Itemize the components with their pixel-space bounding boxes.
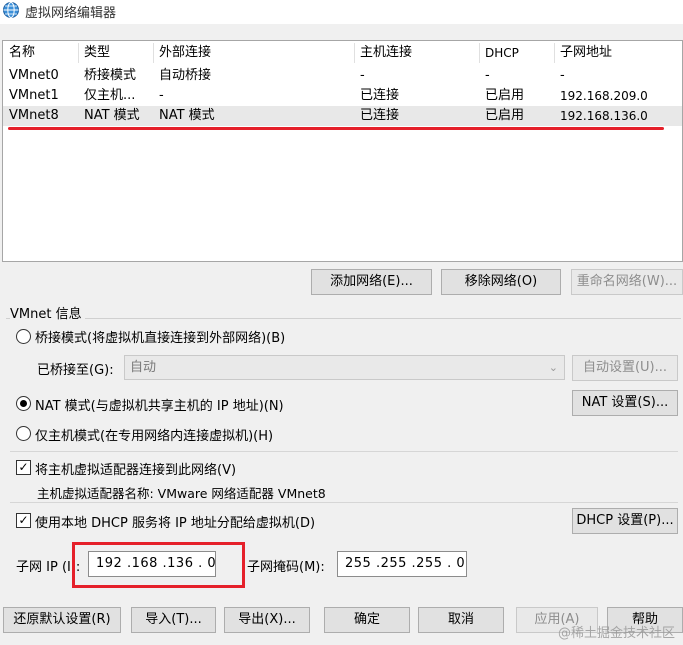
auto-settings-button[interactable]: 自动设置(U)... <box>572 355 678 381</box>
dhcp-checkbox[interactable]: ✓ <box>16 513 31 528</box>
cell-host: 已连接 <box>360 108 400 123</box>
annotation-underline <box>8 127 664 130</box>
bridge-mode-radio[interactable] <box>16 329 31 344</box>
subnet-ip-label: 子网 IP (I): <box>16 560 81 575</box>
col-header-type[interactable]: 类型 <box>78 41 110 65</box>
cell-dhcp: 已启用 <box>485 108 525 123</box>
adapter-name-label: 主机虚拟适配器名称: VMware 网络适配器 VMnet8 <box>37 486 326 501</box>
chevron-down-icon: ⌄ <box>548 361 558 374</box>
add-network-button[interactable]: 添加网络(E)... <box>311 269 432 295</box>
window-title: 虚拟网络编辑器 <box>25 6 117 21</box>
cell-name: VMnet0 <box>9 68 59 83</box>
cell-subnet: - <box>560 68 565 83</box>
table-row[interactable]: VMnet1 仅主机... - 已连接 已启用 192.168.209.0 <box>3 86 682 106</box>
cancel-button[interactable]: 取消 <box>418 607 504 633</box>
cell-type: 桥接模式 <box>84 68 137 83</box>
bridge-mode-label[interactable]: 桥接模式(将虚拟机直接连接到外部网络)(B) <box>35 327 285 346</box>
nat-settings-button[interactable]: NAT 设置(S)... <box>572 390 678 416</box>
import-button[interactable]: 导入(T)... <box>131 607 216 633</box>
export-button[interactable]: 导出(X)... <box>224 607 310 633</box>
remove-network-button[interactable]: 移除网络(O) <box>441 269 561 295</box>
ok-button[interactable]: 确定 <box>324 607 410 633</box>
cell-type: NAT 模式 <box>84 108 140 123</box>
separator <box>10 451 678 452</box>
subnet-mask-label: 子网掩码(M): <box>247 560 325 575</box>
separator <box>10 502 678 503</box>
hostonly-mode-radio[interactable] <box>16 426 31 441</box>
annotation-box <box>72 542 245 588</box>
cell-dhcp: 已启用 <box>485 88 525 103</box>
hostonly-mode-label[interactable]: 仅主机模式(在专用网络内连接虚拟机)(H) <box>35 425 273 444</box>
title-bar: 虚拟网络编辑器 <box>0 0 683 24</box>
cell-external: NAT 模式 <box>159 108 215 123</box>
rename-network-button[interactable]: 重命名网络(W)... <box>571 269 683 295</box>
dhcp-label[interactable]: 使用本地 DHCP 服务将 IP 地址分配给虚拟机(D) <box>35 512 315 531</box>
col-header-host[interactable]: 主机连接 <box>354 41 412 65</box>
bridged-to-value: 自动 <box>130 360 157 375</box>
restore-defaults-button[interactable]: 还原默认设置(R) <box>3 607 121 633</box>
cell-type: 仅主机... <box>84 88 136 103</box>
cell-subnet: 192.168.209.0 <box>560 89 648 103</box>
cell-external: - <box>159 88 164 103</box>
col-header-external[interactable]: 外部连接 <box>153 41 211 65</box>
table-row-selected[interactable]: VMnet8 NAT 模式 NAT 模式 已连接 已启用 192.168.136… <box>3 106 682 126</box>
network-list[interactable]: 名称 类型 外部连接 主机连接 DHCP 子网地址 VMnet0 桥接模式 自动… <box>2 40 683 262</box>
cell-host: 已连接 <box>360 88 400 103</box>
cell-host: - <box>360 68 365 83</box>
watermark: @稀土掘金技术社区 <box>557 626 675 641</box>
dhcp-settings-button[interactable]: DHCP 设置(P)... <box>572 508 678 534</box>
bridged-to-select[interactable]: 自动 ⌄ <box>124 355 565 380</box>
group-title: VMnet 信息 <box>10 303 85 322</box>
col-header-subnet[interactable]: 子网地址 <box>554 41 612 65</box>
cell-dhcp: - <box>485 68 490 83</box>
col-header-name[interactable]: 名称 <box>3 41 35 65</box>
cell-subnet: 192.168.136.0 <box>560 109 648 123</box>
nat-mode-radio[interactable] <box>16 396 31 411</box>
cell-external: 自动桥接 <box>159 68 212 83</box>
col-header-dhcp[interactable]: DHCP <box>479 41 519 65</box>
connect-adapter-label[interactable]: 将主机虚拟适配器连接到此网络(V) <box>35 459 236 478</box>
network-globe-icon <box>3 2 19 18</box>
table-row[interactable]: VMnet0 桥接模式 自动桥接 - - - <box>3 66 682 86</box>
connect-adapter-checkbox[interactable]: ✓ <box>16 460 31 475</box>
cell-name: VMnet8 <box>9 108 59 123</box>
bridged-to-label: 已桥接至(G): <box>37 363 114 378</box>
subnet-mask-input[interactable]: 255 .255 .255 . 0 <box>337 551 467 577</box>
group-frame <box>6 318 681 319</box>
cell-name: VMnet1 <box>9 88 59 103</box>
nat-mode-label[interactable]: NAT 模式(与虚拟机共享主机的 IP 地址)(N) <box>35 395 284 414</box>
